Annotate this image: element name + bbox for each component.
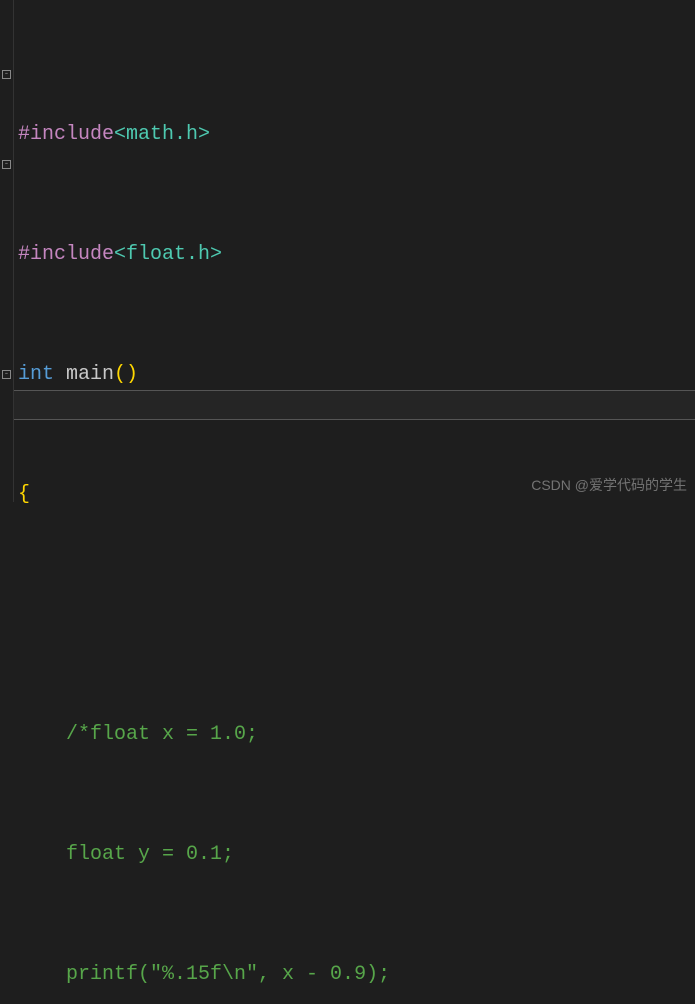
header-token: <float.h> (114, 243, 222, 266)
preproc-token: #include (18, 123, 114, 146)
ident-token: main (66, 363, 114, 386)
paren-token: () (114, 363, 138, 386)
keyword-token: int (18, 363, 54, 386)
preproc-token: #include (18, 243, 114, 266)
code-line[interactable]: printf("%.15f\n", x - 0.9); (18, 960, 695, 990)
code-line[interactable]: #include<math.h> (18, 120, 695, 150)
current-line-highlight (14, 390, 695, 420)
fold-icon[interactable]: - (2, 160, 11, 169)
comment-token: float y = 0.1; (66, 843, 234, 866)
code-line[interactable]: int main() (18, 360, 695, 390)
brace-token: { (18, 483, 30, 506)
code-line[interactable]: /*float x = 1.0; (18, 720, 695, 750)
code-editor[interactable]: - - - #include<math.h> #include<float.h>… (0, 0, 695, 502)
code-line[interactable]: #include<float.h> (18, 240, 695, 270)
fold-icon[interactable]: - (2, 70, 11, 79)
fold-gutter: - - - (0, 0, 14, 502)
code-line[interactable]: float y = 0.1; (18, 840, 695, 870)
comment-token: /*float x = 1.0; (66, 723, 258, 746)
code-line[interactable] (18, 600, 695, 630)
code-area[interactable]: #include<math.h> #include<float.h> int m… (14, 0, 695, 502)
header-token: <math.h> (114, 123, 210, 146)
comment-token: printf("%.15f\n", x - 0.9); (66, 963, 390, 986)
fold-icon[interactable]: - (2, 370, 11, 379)
watermark-text: CSDN @爱学代码的学生 (531, 475, 687, 496)
